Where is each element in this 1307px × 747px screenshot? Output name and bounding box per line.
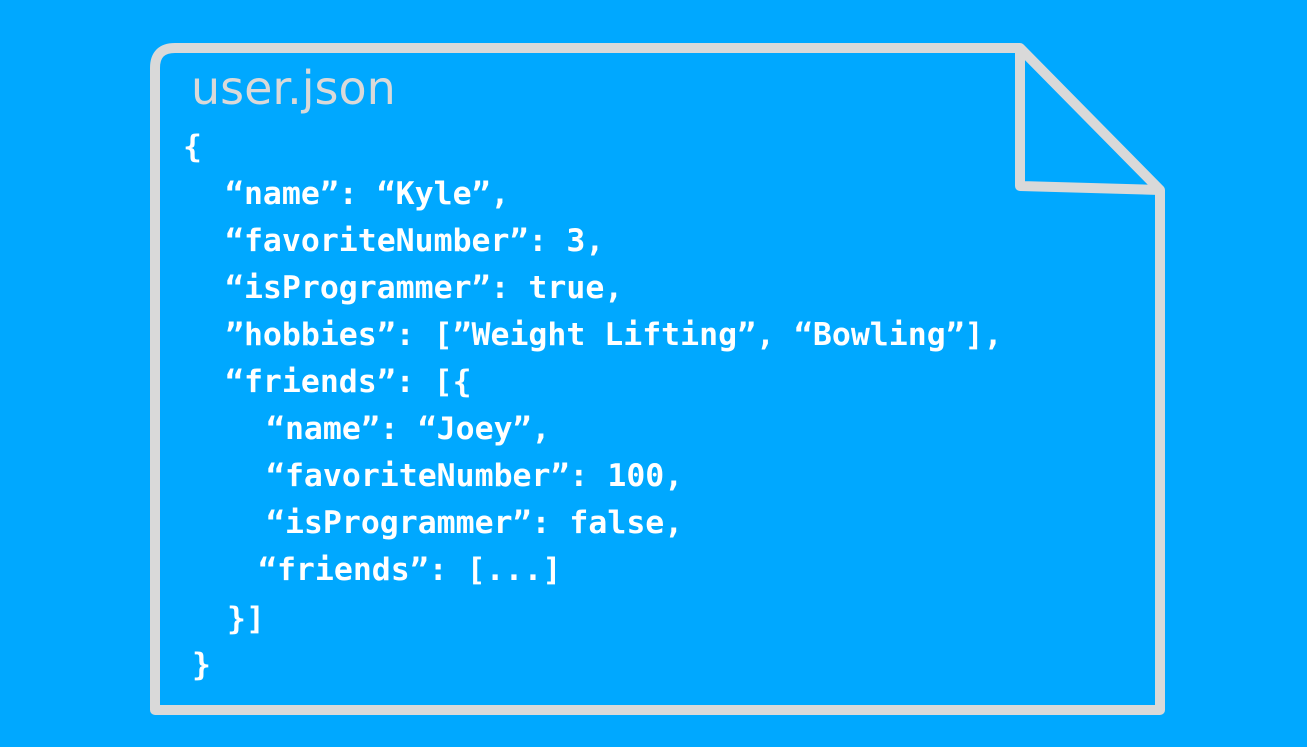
code-line: }]	[227, 601, 265, 637]
code-line: “favoriteNumber”: 100,	[266, 458, 684, 494]
code-line: “name”: “Kyle”,	[225, 176, 510, 212]
file-title: user.json	[191, 61, 396, 115]
code-line: }	[192, 647, 211, 683]
code-line: {	[183, 129, 202, 165]
code-line: “friends”: [...]	[258, 552, 562, 588]
code-line: “isProgrammer”: false,	[266, 505, 684, 541]
code-line: “favoriteNumber”: 3,	[225, 223, 605, 259]
code-line: “name”: “Joey”,	[266, 411, 551, 447]
code-line: “friends”: [{	[225, 364, 472, 400]
code-line: “isProgrammer”: true,	[225, 270, 624, 306]
code-line: ”hobbies”: [”Weight Lifting”, “Bowling”]…	[225, 317, 1003, 353]
